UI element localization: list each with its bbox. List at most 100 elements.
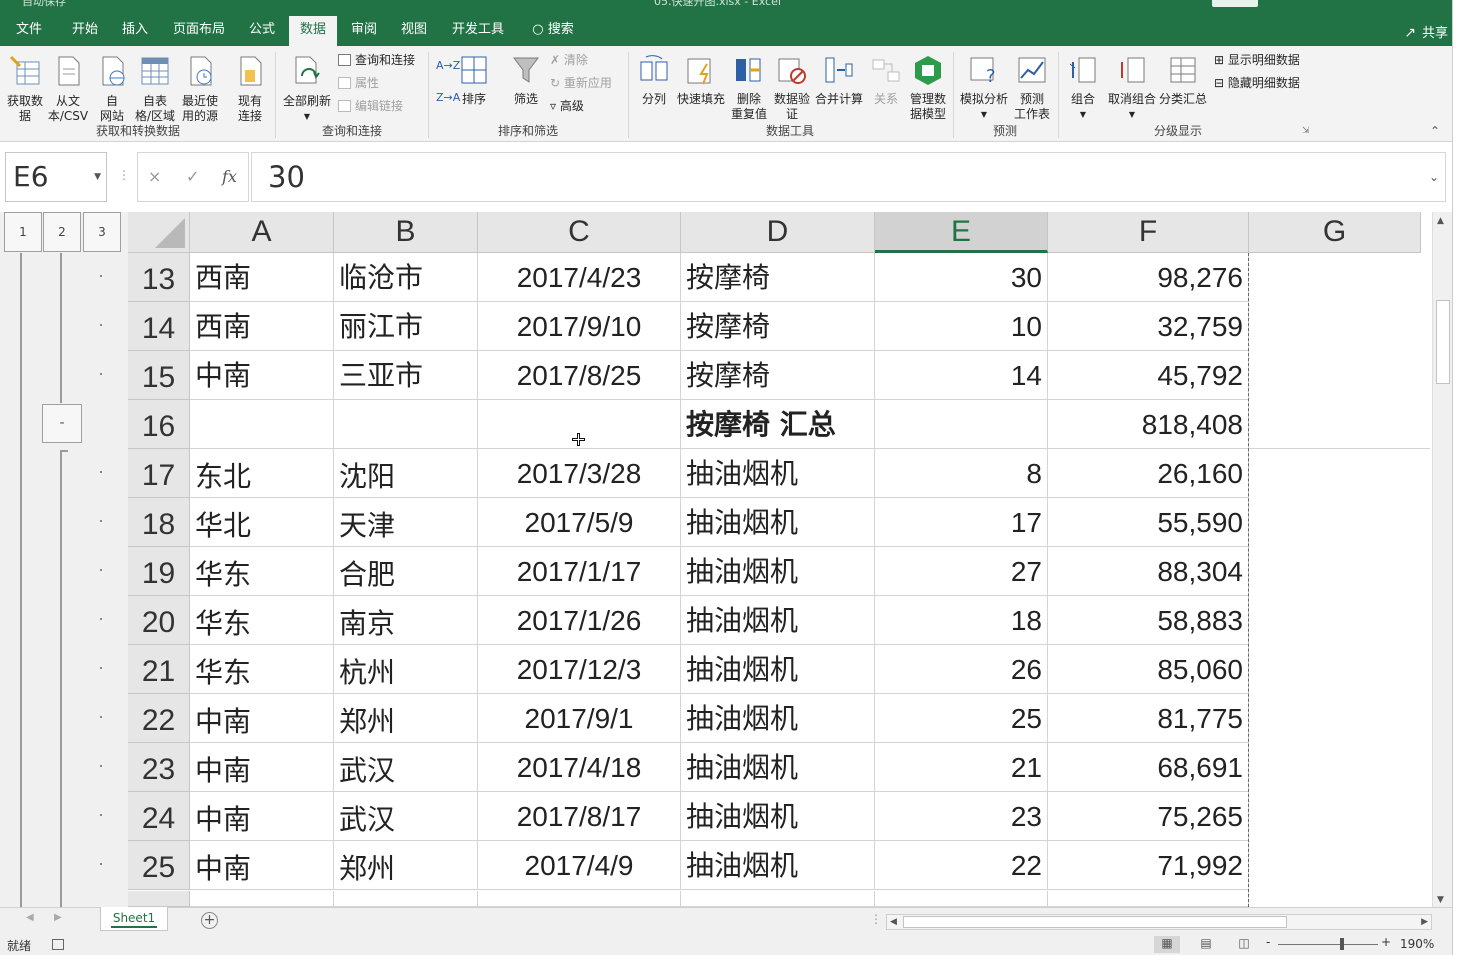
cell-product[interactable]: 抽油烟机 — [681, 694, 875, 743]
clear-filter-button[interactable]: ✗ 清除 — [550, 52, 588, 68]
cell-date[interactable]: 2017/8/25 — [478, 351, 681, 400]
cell-partial[interactable] — [334, 891, 478, 907]
cell-quantity[interactable]: 25 — [875, 694, 1048, 743]
login-button[interactable] — [1212, 0, 1258, 7]
cell-region[interactable]: 华北 — [190, 498, 334, 547]
cell-amount[interactable]: 45,792 — [1048, 351, 1249, 400]
zoom-out-button[interactable]: - — [1266, 935, 1270, 949]
expand-formula-bar-icon[interactable]: ⌄ — [1429, 153, 1439, 201]
group-button[interactable]: 组合 ▼ — [1064, 54, 1102, 122]
cell-subtotal-amount[interactable]: 818,408 — [1048, 400, 1249, 449]
cell-date[interactable]: 2017/4/18 — [478, 743, 681, 792]
cell-date[interactable]: 2017/9/1 — [478, 694, 681, 743]
cell-date[interactable]: 2017/4/9 — [478, 841, 681, 890]
macro-recording-icon[interactable] — [52, 939, 64, 950]
cell-date[interactable]: 2017/8/17 — [478, 792, 681, 841]
tab-review[interactable]: 审阅 — [340, 16, 388, 46]
cell-date[interactable]: 2017/3/28 — [478, 449, 681, 498]
from-table-button[interactable]: 自表 格/区域 — [132, 54, 178, 124]
cell-quantity[interactable]: 8 — [875, 449, 1048, 498]
cell-region[interactable] — [190, 400, 334, 449]
sheet-tab-sheet1[interactable]: Sheet1 — [100, 907, 168, 931]
zoom-slider-knob[interactable] — [1340, 938, 1344, 950]
cell-amount[interactable]: 98,276 — [1048, 253, 1249, 302]
cell-region[interactable]: 华东 — [190, 645, 334, 694]
cell-city[interactable]: 南京 — [334, 596, 478, 645]
cell-region[interactable]: 中南 — [190, 841, 334, 890]
relationships-button[interactable]: 关系 — [868, 54, 904, 107]
cell-region[interactable]: 中南 — [190, 694, 334, 743]
cell-date[interactable]: 2017/12/3 — [478, 645, 681, 694]
scroll-up-icon[interactable]: ▲ — [1437, 216, 1444, 226]
column-header-d[interactable]: D — [681, 212, 875, 253]
cell-partial[interactable] — [1048, 891, 1249, 907]
cell-product[interactable]: 抽油烟机 — [681, 449, 875, 498]
tab-search[interactable]: ○ 搜索 — [522, 16, 584, 46]
subtotal-button[interactable]: 分类汇总 — [1158, 54, 1208, 107]
tab-insert[interactable]: 插入 — [112, 16, 158, 46]
cell-city[interactable]: 郑州 — [334, 694, 478, 743]
cell-quantity[interactable] — [875, 400, 1048, 449]
zoom-slider[interactable] — [1278, 944, 1378, 945]
tab-split-handle[interactable]: ⋮ — [870, 912, 882, 926]
cell-amount[interactable]: 88,304 — [1048, 547, 1249, 596]
column-header-e[interactable]: E — [875, 212, 1048, 253]
cell-product[interactable]: 按摩椅 — [681, 302, 875, 351]
cancel-icon[interactable]: × — [148, 167, 161, 186]
cell-quantity[interactable]: 17 — [875, 498, 1048, 547]
cell-city[interactable]: 合肥 — [334, 547, 478, 596]
horizontal-scroll-thumb[interactable] — [903, 916, 1287, 928]
horizontal-scrollbar[interactable]: ◀ ▶ — [886, 914, 1432, 930]
cell-product[interactable]: 按摩椅 — [681, 253, 875, 302]
queries-connections-button[interactable]: 查询和连接 — [338, 52, 415, 68]
row-header[interactable]: 19 — [128, 547, 190, 596]
cell-amount[interactable]: 85,060 — [1048, 645, 1249, 694]
cell-region[interactable]: 中南 — [190, 351, 334, 400]
cell-city[interactable]: 武汉 — [334, 743, 478, 792]
cell-city[interactable]: 天津 — [334, 498, 478, 547]
collapse-group-button[interactable]: - — [42, 404, 82, 443]
row-header[interactable]: 23 — [128, 743, 190, 792]
manage-data-model-button[interactable]: 管理数 据模型 — [906, 54, 950, 122]
row-header-partial[interactable] — [128, 891, 190, 907]
cell-quantity[interactable]: 21 — [875, 743, 1048, 792]
cell-city[interactable]: 沈阳 — [334, 449, 478, 498]
outline-level-2-button[interactable]: 2 — [43, 212, 81, 252]
text-to-columns-button[interactable]: 分列 — [636, 54, 672, 107]
from-web-button[interactable]: 自 网站 — [92, 54, 132, 124]
row-header[interactable]: 13 — [128, 253, 190, 302]
row-header[interactable]: 20 — [128, 596, 190, 645]
cell-region[interactable]: 华东 — [190, 596, 334, 645]
show-detail-button[interactable]: ⊞ 显示明细数据 — [1214, 52, 1300, 68]
column-header-g[interactable]: G — [1249, 212, 1421, 253]
column-header-a[interactable]: A — [190, 212, 334, 253]
row-header[interactable]: 18 — [128, 498, 190, 547]
tab-data[interactable]: 数据 — [289, 16, 337, 46]
cell-quantity[interactable]: 30 — [875, 253, 1048, 302]
zoom-in-button[interactable]: + — [1381, 935, 1391, 949]
filter-button[interactable]: 筛选 — [508, 54, 544, 107]
share-button[interactable]: ↗共享 — [1404, 22, 1448, 41]
cell-city[interactable]: 杭州 — [334, 645, 478, 694]
insert-function-icon[interactable]: fx — [222, 167, 237, 186]
cell-quantity[interactable]: 23 — [875, 792, 1048, 841]
add-sheet-button[interactable]: + — [201, 912, 218, 929]
tab-home[interactable]: 开始 — [58, 16, 112, 46]
what-if-analysis-button[interactable]: ? 模拟分析 ▼ — [958, 54, 1010, 122]
tab-page-layout[interactable]: 页面布局 — [162, 16, 236, 46]
flash-fill-button[interactable]: 快速填充 — [674, 54, 728, 107]
zoom-level[interactable]: 190% — [1400, 937, 1434, 951]
cell-region[interactable]: 东北 — [190, 449, 334, 498]
data-validation-button[interactable]: 数据验 证 — [770, 54, 814, 122]
cell-quantity[interactable]: 14 — [875, 351, 1048, 400]
cell-partial[interactable] — [190, 891, 334, 907]
consolidate-button[interactable]: 合并计算 — [814, 54, 864, 107]
cell-quantity[interactable]: 22 — [875, 841, 1048, 890]
advanced-filter-button[interactable]: ▿ 高级 — [550, 98, 584, 114]
cell-quantity[interactable]: 18 — [875, 596, 1048, 645]
cell-amount[interactable]: 75,265 — [1048, 792, 1249, 841]
row-header[interactable]: 15 — [128, 351, 190, 400]
outline-level-3-button[interactable]: 3 — [83, 212, 121, 252]
sheet-nav-prev-icon[interactable]: ◀ — [26, 912, 34, 923]
vertical-scroll-thumb[interactable] — [1436, 300, 1450, 384]
